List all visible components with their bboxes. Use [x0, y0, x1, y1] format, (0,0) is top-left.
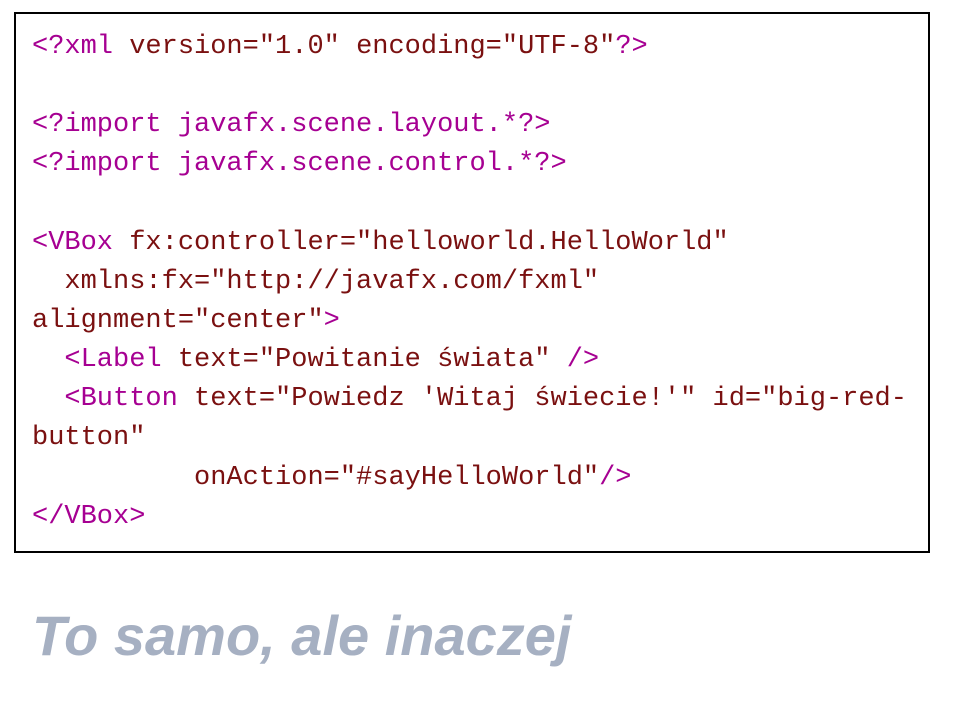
- code-token: <Button: [64, 384, 194, 414]
- code-token: />: [599, 463, 631, 493]
- code-token: [696, 384, 712, 414]
- code-box: <?xml version="1.0" encoding="UTF-8"?> <…: [14, 12, 930, 553]
- code-token: [599, 267, 615, 297]
- code-token: onAction="#sayHelloWorld": [194, 463, 599, 493]
- code-token: <Label: [64, 345, 177, 375]
- code-token: <?xml: [32, 32, 129, 62]
- code-token: ?>: [615, 32, 647, 62]
- code-indent: [32, 345, 64, 375]
- code-token: >: [324, 306, 340, 336]
- code-token: fx:controller="helloworld.HelloWorld": [129, 228, 729, 258]
- code-blank: [32, 71, 48, 101]
- code-token: <?import javafx.scene.control.*?>: [32, 149, 567, 179]
- code-blank: [32, 189, 48, 219]
- code-token: alignment="center": [32, 306, 324, 336]
- code-token: </VBox>: [32, 502, 145, 532]
- code-indent: [32, 384, 64, 414]
- code-token: <?import javafx.scene.layout.*?>: [32, 110, 550, 140]
- code-token: [340, 32, 356, 62]
- code-token: text="Powiedz 'Witaj świecie!'": [194, 384, 696, 414]
- code-token: text="Powitanie świata": [178, 345, 551, 375]
- slide-heading: To samo, ale inaczej: [32, 603, 571, 668]
- code-token: encoding="UTF-8": [356, 32, 615, 62]
- code-token: <VBox: [32, 228, 129, 258]
- code-token: />: [551, 345, 600, 375]
- code-block: <?xml version="1.0" encoding="UTF-8"?> <…: [32, 28, 912, 537]
- code-token: xmlns:fx="http://javafx.com/fxml": [64, 267, 599, 297]
- code-token: version="1.0": [129, 32, 340, 62]
- code-indent: [32, 463, 194, 493]
- code-indent: [32, 267, 64, 297]
